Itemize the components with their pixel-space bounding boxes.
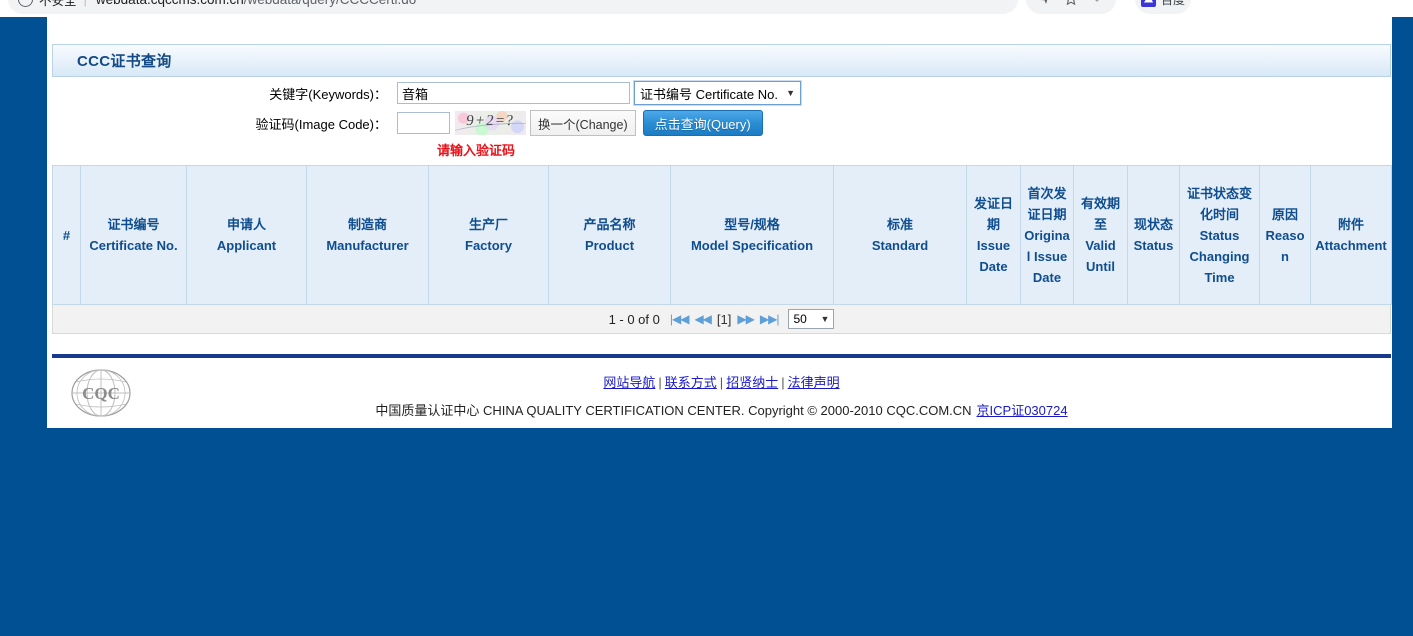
footer-link-careers[interactable]: 招贤纳士: [726, 375, 778, 390]
footer-link-contact[interactable]: 联系方式: [665, 375, 717, 390]
icp-license-link[interactable]: 京ICP证030724: [977, 403, 1068, 418]
validation-message-row: 请输入验证码: [52, 140, 1391, 159]
validation-message: 请输入验证码: [397, 143, 515, 158]
imagecode-input[interactable]: [397, 112, 450, 134]
omnibox-divider: |: [84, 0, 87, 7]
col-model-specification[interactable]: 型号/规格Model Specification: [671, 166, 834, 305]
security-label: 不安全: [39, 0, 77, 9]
page-title: CCC证书查询: [77, 50, 172, 71]
col-product[interactable]: 产品名称Product: [549, 166, 671, 305]
query-button-label: 点击查询(Query): [655, 114, 751, 133]
extension-label: 百度: [1161, 0, 1185, 8]
footer-link-sitemap[interactable]: 网站导航: [603, 375, 655, 390]
current-page[interactable]: [1]: [717, 312, 731, 327]
baidu-extension-icon[interactable]: [1141, 0, 1156, 7]
col-manufacturer[interactable]: 制造商Manufacturer: [307, 166, 429, 305]
col-factory[interactable]: 生产厂Factory: [429, 166, 549, 305]
search-field-select[interactable]: 证书编号 Certificate No. ▼: [634, 81, 801, 105]
extension-group[interactable]: 百度: [1135, 0, 1191, 14]
last-page-icon[interactable]: ▶▶|: [760, 312, 779, 326]
col-attachment[interactable]: 附件Attachment: [1311, 166, 1392, 305]
footer-links: 网站导航|联系方式|招贤纳士|法律声明: [52, 362, 1391, 391]
copyright-text: 中国质量认证中心 CHINA QUALITY CERTIFICATION CEN…: [375, 403, 971, 418]
table-header-row: # 证书编号Certificate No. 申请人Applicant 制造商Ma…: [53, 166, 1392, 305]
cqc-logo-text: CQC: [82, 384, 120, 403]
imagecode-label: 验证码(Image Code)：: [52, 114, 397, 133]
col-certificate-no[interactable]: 证书编号Certificate No.: [81, 166, 187, 305]
col-issue-date[interactable]: 发证日期Issue Date: [967, 166, 1021, 305]
url-host: webdata.cqccms.com.cn: [96, 0, 244, 7]
first-page-icon[interactable]: |◀◀: [670, 312, 689, 326]
keywords-label: 关键字(Keywords)：: [52, 84, 397, 103]
page-size-value: 50: [793, 312, 806, 326]
col-status-changing-time[interactable]: 证书状态变化时间Status Changing Time: [1180, 166, 1260, 305]
col-reason[interactable]: 原因Reason: [1260, 166, 1311, 305]
footer-link-separator-2: |: [720, 375, 723, 390]
results-table: # 证书编号Certificate No. 申请人Applicant 制造商Ma…: [52, 165, 1392, 305]
col-original-issue-date[interactable]: 首次发证日期Original Issue Date: [1021, 166, 1074, 305]
col-applicant[interactable]: 申请人Applicant: [187, 166, 307, 305]
col-status[interactable]: 现状态Status: [1128, 166, 1180, 305]
chevron-down-icon: ▼: [821, 314, 830, 324]
result-count: 1 - 0 of 0: [609, 312, 660, 327]
cqc-logo: CQC: [70, 367, 132, 419]
footer-copyright: 中国质量认证中心 CHINA QUALITY CERTIFICATION CEN…: [52, 391, 1391, 419]
query-panel: CCC证书查询: [52, 44, 1391, 77]
captcha-image: 9+2=?: [455, 111, 526, 135]
footer-link-separator-1: |: [658, 375, 661, 390]
address-bar[interactable]: 不安全 | webdata.cqccms.com.cn/webdata/quer…: [8, 0, 1018, 14]
col-index[interactable]: #: [53, 166, 81, 305]
keywords-input[interactable]: [397, 82, 630, 104]
bookmark-star-icon[interactable]: [1058, 0, 1084, 12]
page-size-select[interactable]: 50 ▼: [788, 309, 834, 329]
url-path: /webdata/query/CCCCerti.do: [244, 0, 417, 7]
footer-link-separator-3: |: [781, 375, 784, 390]
prev-page-icon[interactable]: ◀◀: [694, 312, 710, 326]
results-section: # 证书编号Certificate No. 申请人Applicant 制造商Ma…: [52, 165, 1391, 334]
col-valid-until[interactable]: 有效期至Valid Until: [1074, 166, 1128, 305]
browser-action-group: [1026, 0, 1116, 14]
col-standard[interactable]: 标准Standard: [834, 166, 967, 305]
imagecode-row: 验证码(Image Code)： 9+2=? 换一个(Change) 点击查询(…: [52, 110, 1391, 136]
left-blue-band: [0, 17, 47, 428]
chevron-down-icon: ▼: [786, 88, 795, 98]
panel-header: CCC证书查询: [52, 44, 1391, 77]
keywords-row: 关键字(Keywords)： 证书编号 Certificate No. ▼: [52, 80, 1391, 106]
pagination-bar: 1 - 0 of 0 |◀◀ ◀◀ [1] ▶▶ ▶▶| 50 ▼: [52, 305, 1391, 334]
captcha-text: 9+2=?: [455, 113, 526, 130]
footer-link-legal[interactable]: 法律声明: [788, 375, 840, 390]
search-form: 关键字(Keywords)： 证书编号 Certificate No. ▼ 验证…: [52, 80, 1391, 159]
chevron-down-icon[interactable]: [1084, 0, 1110, 12]
right-blue-band: [1392, 17, 1413, 428]
site-info-icon[interactable]: [18, 0, 33, 7]
share-icon[interactable]: [1032, 0, 1058, 12]
footer-divider: [52, 354, 1391, 358]
change-captcha-button[interactable]: 换一个(Change): [530, 110, 636, 136]
page-footer: CQC 网站导航|联系方式|招贤纳士|法律声明 中国质量认证中心 CHINA Q…: [52, 362, 1391, 419]
browser-toolbar: 不安全 | webdata.cqccms.com.cn/webdata/quer…: [0, 0, 1413, 17]
query-button[interactable]: 点击查询(Query): [643, 110, 763, 136]
next-page-icon[interactable]: ▶▶: [737, 312, 753, 326]
search-field-select-value: 证书编号 Certificate No.: [640, 84, 778, 103]
change-captcha-label: 换一个(Change): [538, 114, 628, 133]
